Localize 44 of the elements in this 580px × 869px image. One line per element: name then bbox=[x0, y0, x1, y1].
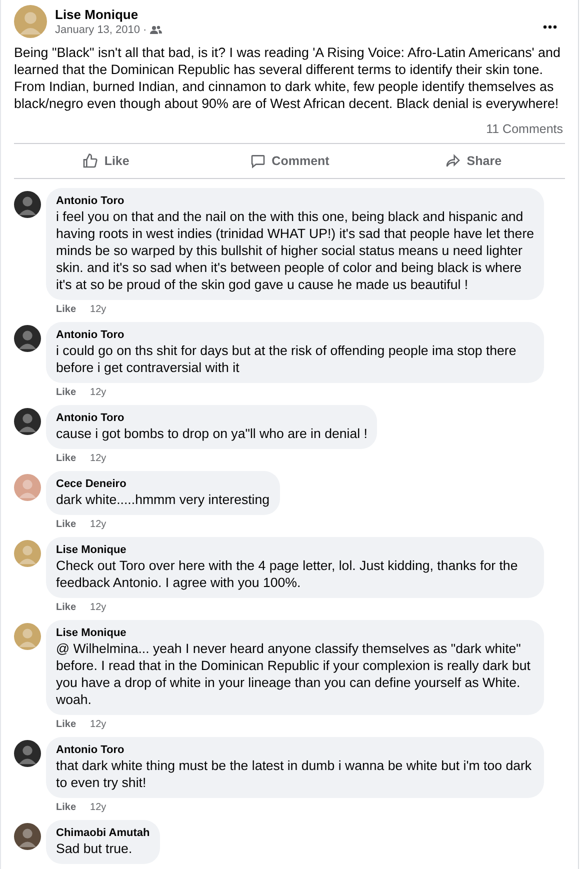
comment-text: dark white.....hmmm very interesting bbox=[56, 491, 270, 508]
commenter-name[interactable]: Antonio Toro bbox=[56, 328, 124, 342]
like-link[interactable]: Like bbox=[56, 602, 76, 613]
like-action-button[interactable]: Like bbox=[14, 146, 198, 176]
commenter-name[interactable]: Lise Monique bbox=[56, 543, 126, 557]
like-link[interactable]: Like bbox=[56, 453, 76, 464]
like-link[interactable]: Like bbox=[56, 304, 76, 315]
commenter-name[interactable]: Antonio Toro bbox=[56, 411, 124, 425]
comment-age: 12y bbox=[90, 602, 106, 613]
commenter-name[interactable]: Cece Deneiro bbox=[56, 477, 126, 491]
comment-age: 12y bbox=[90, 304, 106, 315]
post-text: Being "Black" isn't all that bad, is it? I was reading 'A Rising Voice: Afro-Latin Americans' and learned that the Dominican Republic has several different terms to identify their skin tone. From Indian, burned Indian, and cinnamon to dark white, few people identify themselves as black/negro even though about 90% are of West African decent. Black denial is everywhere! bbox=[14, 44, 562, 112]
comment-age: 12y bbox=[90, 719, 106, 730]
comment-text: @ Wilhelmina... yeah I never heard anyone classify themselves as "dark white" before. I read that in the Dominican Republic if your complexion is really dark but you have a drop of white in your lineage than you can define yourself as White. woah. bbox=[56, 640, 532, 708]
post-date[interactable]: January 13, 2010 bbox=[55, 24, 140, 36]
comment-age: 12y bbox=[90, 802, 106, 813]
comment-age: 12y bbox=[90, 387, 106, 398]
comment-age: 12y bbox=[90, 453, 106, 464]
like-link[interactable]: Like bbox=[56, 387, 76, 398]
comment-text: i could go on ths shit for days but at the risk of offending people ima stop there before i get contraversial with it bbox=[56, 342, 518, 376]
comment-count[interactable]: 11 Comments bbox=[486, 122, 563, 136]
comment-text: Sad but true. bbox=[56, 840, 132, 857]
comment-text: cause i got bombs to drop on ya"ll who are in denial ! bbox=[56, 425, 368, 442]
comment-text: that dark white thing must be the latest in dumb i wanna be white but i'm too dark to even try shit! bbox=[56, 757, 533, 791]
speech-bubble-icon bbox=[250, 153, 266, 169]
more-icon bbox=[543, 25, 557, 29]
commenter-name[interactable]: Antonio Toro bbox=[56, 743, 124, 757]
comment-text: Check out Toro over here with the 4 page letter, lol. Just kidding, thanks for the feedback Antonio. I agree with you 100%. bbox=[56, 557, 519, 591]
like-link[interactable]: Like bbox=[56, 802, 76, 813]
share-action-button[interactable]: Share bbox=[381, 146, 566, 176]
like-link[interactable]: Like bbox=[56, 719, 76, 730]
avatar bbox=[14, 5, 47, 38]
comment-text: i feel you on that and the nail on the with this one, being black and hispanic and having roots in west indies (trinidad WHAT UP!) it's sad that people have let there minds be so warped by this bullshit of higher social status means u need lighter skin. and it's so sad when it's between people of color and being black is where it's at so be proud of the skin god gave u cause he made us beautiful ! bbox=[56, 208, 534, 293]
people-icon bbox=[150, 25, 162, 35]
share-arrow-icon bbox=[444, 153, 461, 169]
thumbs-up-icon bbox=[82, 153, 98, 169]
author-name[interactable]: Lise Monique bbox=[55, 7, 531, 22]
comment-age: 12y bbox=[90, 519, 106, 530]
commenter-name[interactable]: Lise Monique bbox=[56, 626, 126, 640]
commenter-name[interactable]: Antonio Toro bbox=[56, 194, 124, 208]
separator: · bbox=[143, 24, 147, 36]
comment-action-button[interactable]: Comment bbox=[198, 146, 382, 176]
like-link[interactable]: Like bbox=[56, 519, 76, 530]
commenter-name[interactable]: Chimaobi Amutah bbox=[56, 826, 150, 840]
